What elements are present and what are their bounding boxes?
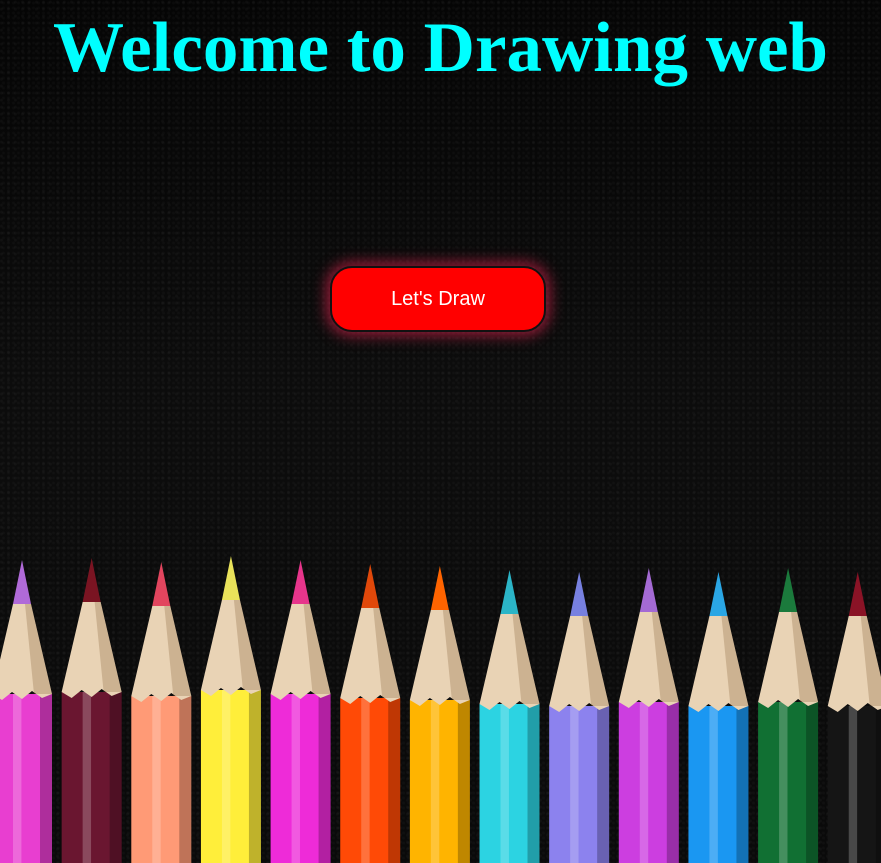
yellow-pencil [200,556,261,863]
lavender-pencil [549,572,610,863]
magenta-pencil [270,560,331,863]
black-pencil [827,572,881,863]
orange-pencil [340,564,401,863]
blue-pencil [688,572,749,863]
turquoise-pencil [479,570,540,863]
gold-pencil [409,566,470,863]
peach-pencil [131,562,192,863]
maroon-pencil [61,558,122,863]
lets-draw-button[interactable]: Let's Draw [330,266,546,332]
violet-pencil [618,568,679,863]
colored-pencils-image [0,556,881,863]
green-pencil [758,568,819,863]
page-title: Welcome to Drawing web [53,9,828,87]
pink-pencil [0,560,52,863]
